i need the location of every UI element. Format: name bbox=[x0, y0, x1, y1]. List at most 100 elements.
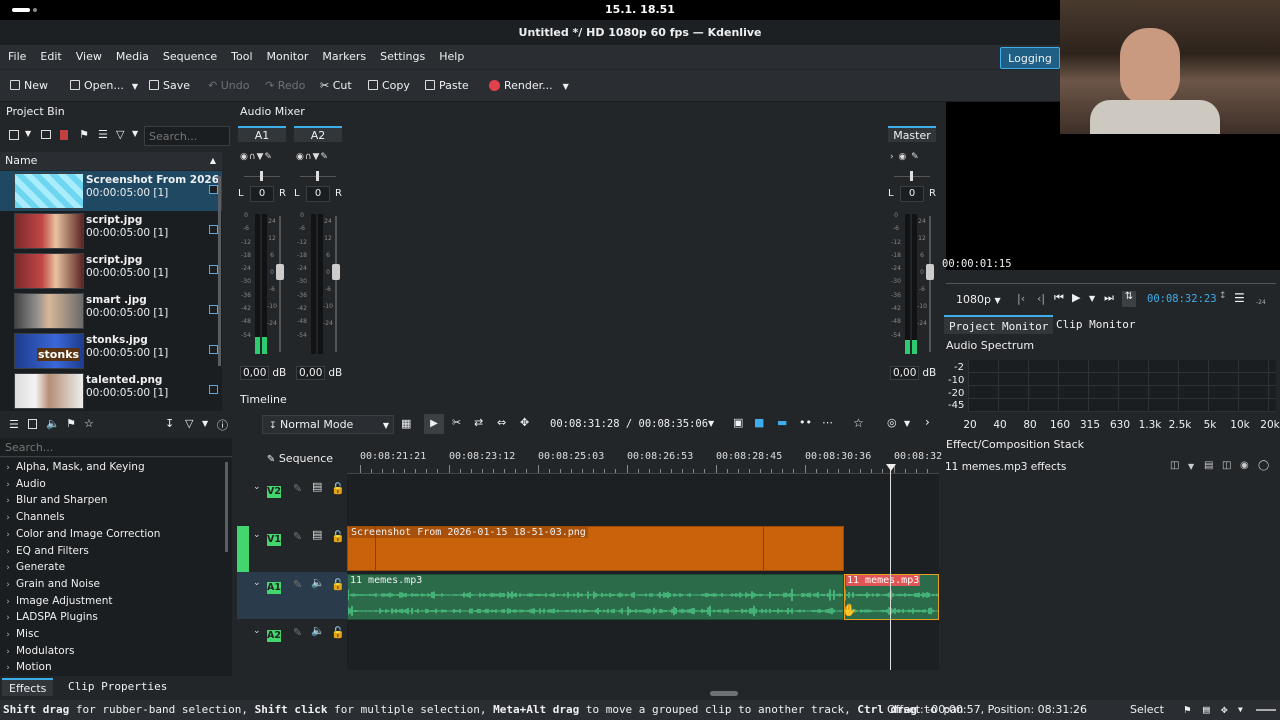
bin-column-header[interactable]: Name ▲ bbox=[0, 152, 222, 170]
overwrite-icon[interactable]: ▬ bbox=[777, 416, 787, 429]
volume-fader[interactable] bbox=[276, 264, 284, 280]
lock-icon[interactable]: 🔓 bbox=[331, 578, 345, 591]
pencil-icon[interactable]: ✎ bbox=[293, 578, 302, 591]
track-header-a1[interactable]: ⌄ A1 ✎ 🔈 🔓 bbox=[237, 572, 347, 619]
snap-icon[interactable]: ■ bbox=[754, 416, 764, 429]
track-name[interactable]: A1 bbox=[267, 582, 281, 594]
sequence-label[interactable]: ✎ Sequence bbox=[255, 450, 345, 468]
more-icon[interactable]: ⋯ bbox=[822, 416, 833, 429]
markers-icon[interactable]: •• bbox=[799, 416, 812, 429]
volume-db[interactable]: 0,00 dB bbox=[296, 366, 346, 380]
volume-fader[interactable] bbox=[926, 264, 934, 280]
lock-icon[interactable]: 🔓 bbox=[331, 626, 345, 639]
loop-icon[interactable]: ⇅ bbox=[1122, 291, 1136, 307]
mode-select[interactable]: ↧ Normal Mode ▼ bbox=[262, 415, 394, 434]
tag-icon[interactable]: ⚑ bbox=[1184, 700, 1191, 720]
chevron-down-icon[interactable]: ▼ bbox=[132, 129, 138, 138]
bin-scrollbar[interactable] bbox=[218, 176, 221, 366]
tab-clip-monitor[interactable]: Clip Monitor bbox=[1052, 315, 1139, 334]
tab-effects[interactable]: Effects bbox=[2, 678, 54, 696]
split-icon[interactable]: ◫ bbox=[1222, 460, 1231, 471]
spin-icon[interactable]: ↕ bbox=[1219, 291, 1227, 301]
tab-project-monitor[interactable]: Project Monitor bbox=[944, 315, 1054, 334]
channel-name[interactable]: A1 bbox=[238, 126, 286, 142]
chevron-right-icon[interactable]: › bbox=[925, 415, 930, 429]
playhead[interactable] bbox=[890, 466, 891, 670]
film-icon[interactable]: ▤ bbox=[312, 528, 322, 541]
track-name[interactable]: V1 bbox=[267, 534, 281, 546]
menu-markers[interactable]: Markers bbox=[315, 45, 373, 69]
chevron-down-icon[interactable]: ▼ bbox=[563, 82, 569, 91]
spacer-tool-icon[interactable]: ⇄ bbox=[474, 416, 483, 429]
menu-help[interactable]: Help bbox=[432, 45, 471, 69]
menu-tool[interactable]: Tool bbox=[224, 45, 259, 69]
menu-media[interactable]: Media bbox=[109, 45, 156, 69]
tag-icon[interactable]: ⚑ bbox=[79, 128, 89, 141]
render-button[interactable]: Render... ▼ bbox=[489, 77, 569, 95]
bin-item[interactable]: script.jpg 00:00:05:00 [1] bbox=[14, 211, 222, 251]
effect-category[interactable]: › Generate bbox=[0, 559, 65, 575]
volume-db[interactable]: 0,00 dB bbox=[240, 366, 290, 380]
effect-category[interactable]: › Channels bbox=[0, 509, 64, 525]
video-effects-icon[interactable] bbox=[28, 419, 37, 429]
logging-button[interactable]: Logging bbox=[1000, 47, 1060, 69]
timeline-position[interactable]: 00:08:31:28 / 00:08:35:06 bbox=[550, 418, 708, 430]
chevron-down-icon[interactable]: ▼ bbox=[202, 419, 208, 428]
video-clip[interactable]: Screenshot From 2026-01-15 18-51-03.png bbox=[347, 526, 844, 571]
disable-icon[interactable]: ◯ bbox=[1258, 460, 1269, 471]
settings-icon[interactable]: ☰ bbox=[98, 128, 108, 141]
effects-search-input[interactable] bbox=[0, 438, 232, 457]
chevron-down-icon[interactable]: ▼ bbox=[904, 419, 910, 428]
chevron-down-icon[interactable]: ⌄ bbox=[253, 578, 261, 588]
filter-icon[interactable]: ▽ bbox=[185, 417, 193, 430]
track-header-a2[interactable]: ⌄ A2 ✎ 🔈 🔓 bbox=[237, 620, 347, 667]
balance-handle[interactable] bbox=[260, 171, 263, 181]
channel-name[interactable]: Master bbox=[888, 126, 936, 142]
save-button[interactable]: Save bbox=[149, 77, 190, 95]
pencil-icon[interactable]: ✎ bbox=[293, 482, 302, 495]
balance-input[interactable]: 0 bbox=[900, 186, 924, 202]
new-button[interactable]: New bbox=[10, 77, 48, 95]
ripple-icon[interactable]: ▦ bbox=[401, 417, 411, 430]
lock-icon[interactable]: 🔓 bbox=[331, 530, 345, 543]
select-tool-icon[interactable]: ▶ bbox=[424, 414, 444, 434]
open-button[interactable]: Open... ▼ bbox=[70, 77, 138, 95]
chevron-down-icon[interactable]: ⌄ bbox=[253, 482, 261, 492]
compare-icon[interactable]: ◫ bbox=[1170, 460, 1179, 471]
channel-buttons[interactable]: › ◉ ✎ bbox=[890, 152, 920, 162]
channel-buttons[interactable]: ◉∩▼✎ bbox=[296, 152, 329, 162]
info-icon[interactable]: ⓘ bbox=[217, 417, 228, 433]
film-icon[interactable]: ▤ bbox=[1203, 700, 1210, 720]
speaker-icon[interactable]: 🔈 bbox=[311, 576, 325, 589]
balance-input[interactable]: 0 bbox=[306, 186, 330, 202]
effect-category[interactable]: › Blur and Sharpen bbox=[0, 492, 107, 508]
save-effect-icon[interactable]: ▤ bbox=[1204, 460, 1213, 471]
balance-handle[interactable] bbox=[910, 171, 913, 181]
fader-track[interactable] bbox=[335, 216, 337, 352]
effect-category[interactable]: › Modulators bbox=[0, 643, 74, 659]
menu-edit[interactable]: Edit bbox=[33, 45, 68, 69]
effect-category[interactable]: › Alpha, Mask, and Keying bbox=[0, 459, 144, 475]
favorite-icon[interactable]: ☆ bbox=[853, 416, 864, 430]
effect-category[interactable]: › Misc bbox=[0, 626, 39, 642]
timeline-horizontal-scrollbar[interactable] bbox=[710, 691, 738, 696]
bin-search-input[interactable] bbox=[144, 126, 230, 146]
bin-item[interactable]: smart .jpg 00:00:05:00 [1] bbox=[14, 291, 222, 331]
rewind-icon[interactable]: ⏮ bbox=[1054, 291, 1064, 305]
copy-button[interactable]: Copy bbox=[368, 77, 410, 95]
menu-sequence[interactable]: Sequence bbox=[156, 45, 224, 69]
play-icon[interactable]: ▶ bbox=[1072, 291, 1080, 304]
lock-icon[interactable]: 🔓 bbox=[331, 482, 345, 495]
add-clip-icon[interactable] bbox=[9, 130, 19, 140]
paste-button[interactable]: Paste bbox=[425, 77, 469, 95]
select-mode-label[interactable]: Select bbox=[1130, 700, 1164, 720]
chevron-down-icon[interactable]: ▼ bbox=[1089, 294, 1095, 303]
effects-scrollbar[interactable] bbox=[225, 462, 228, 552]
redo-button[interactable]: ↷ Redo bbox=[265, 77, 305, 95]
audio-clip[interactable]: 11 memes.mp3 bbox=[347, 574, 844, 620]
track-name[interactable]: V2 bbox=[267, 486, 281, 498]
delete-icon[interactable] bbox=[60, 130, 68, 140]
chevron-down-icon[interactable]: ⌄ bbox=[253, 626, 261, 636]
razor-tool-icon[interactable]: ✂ bbox=[452, 416, 461, 429]
monitor-ruler[interactable] bbox=[946, 274, 1276, 284]
